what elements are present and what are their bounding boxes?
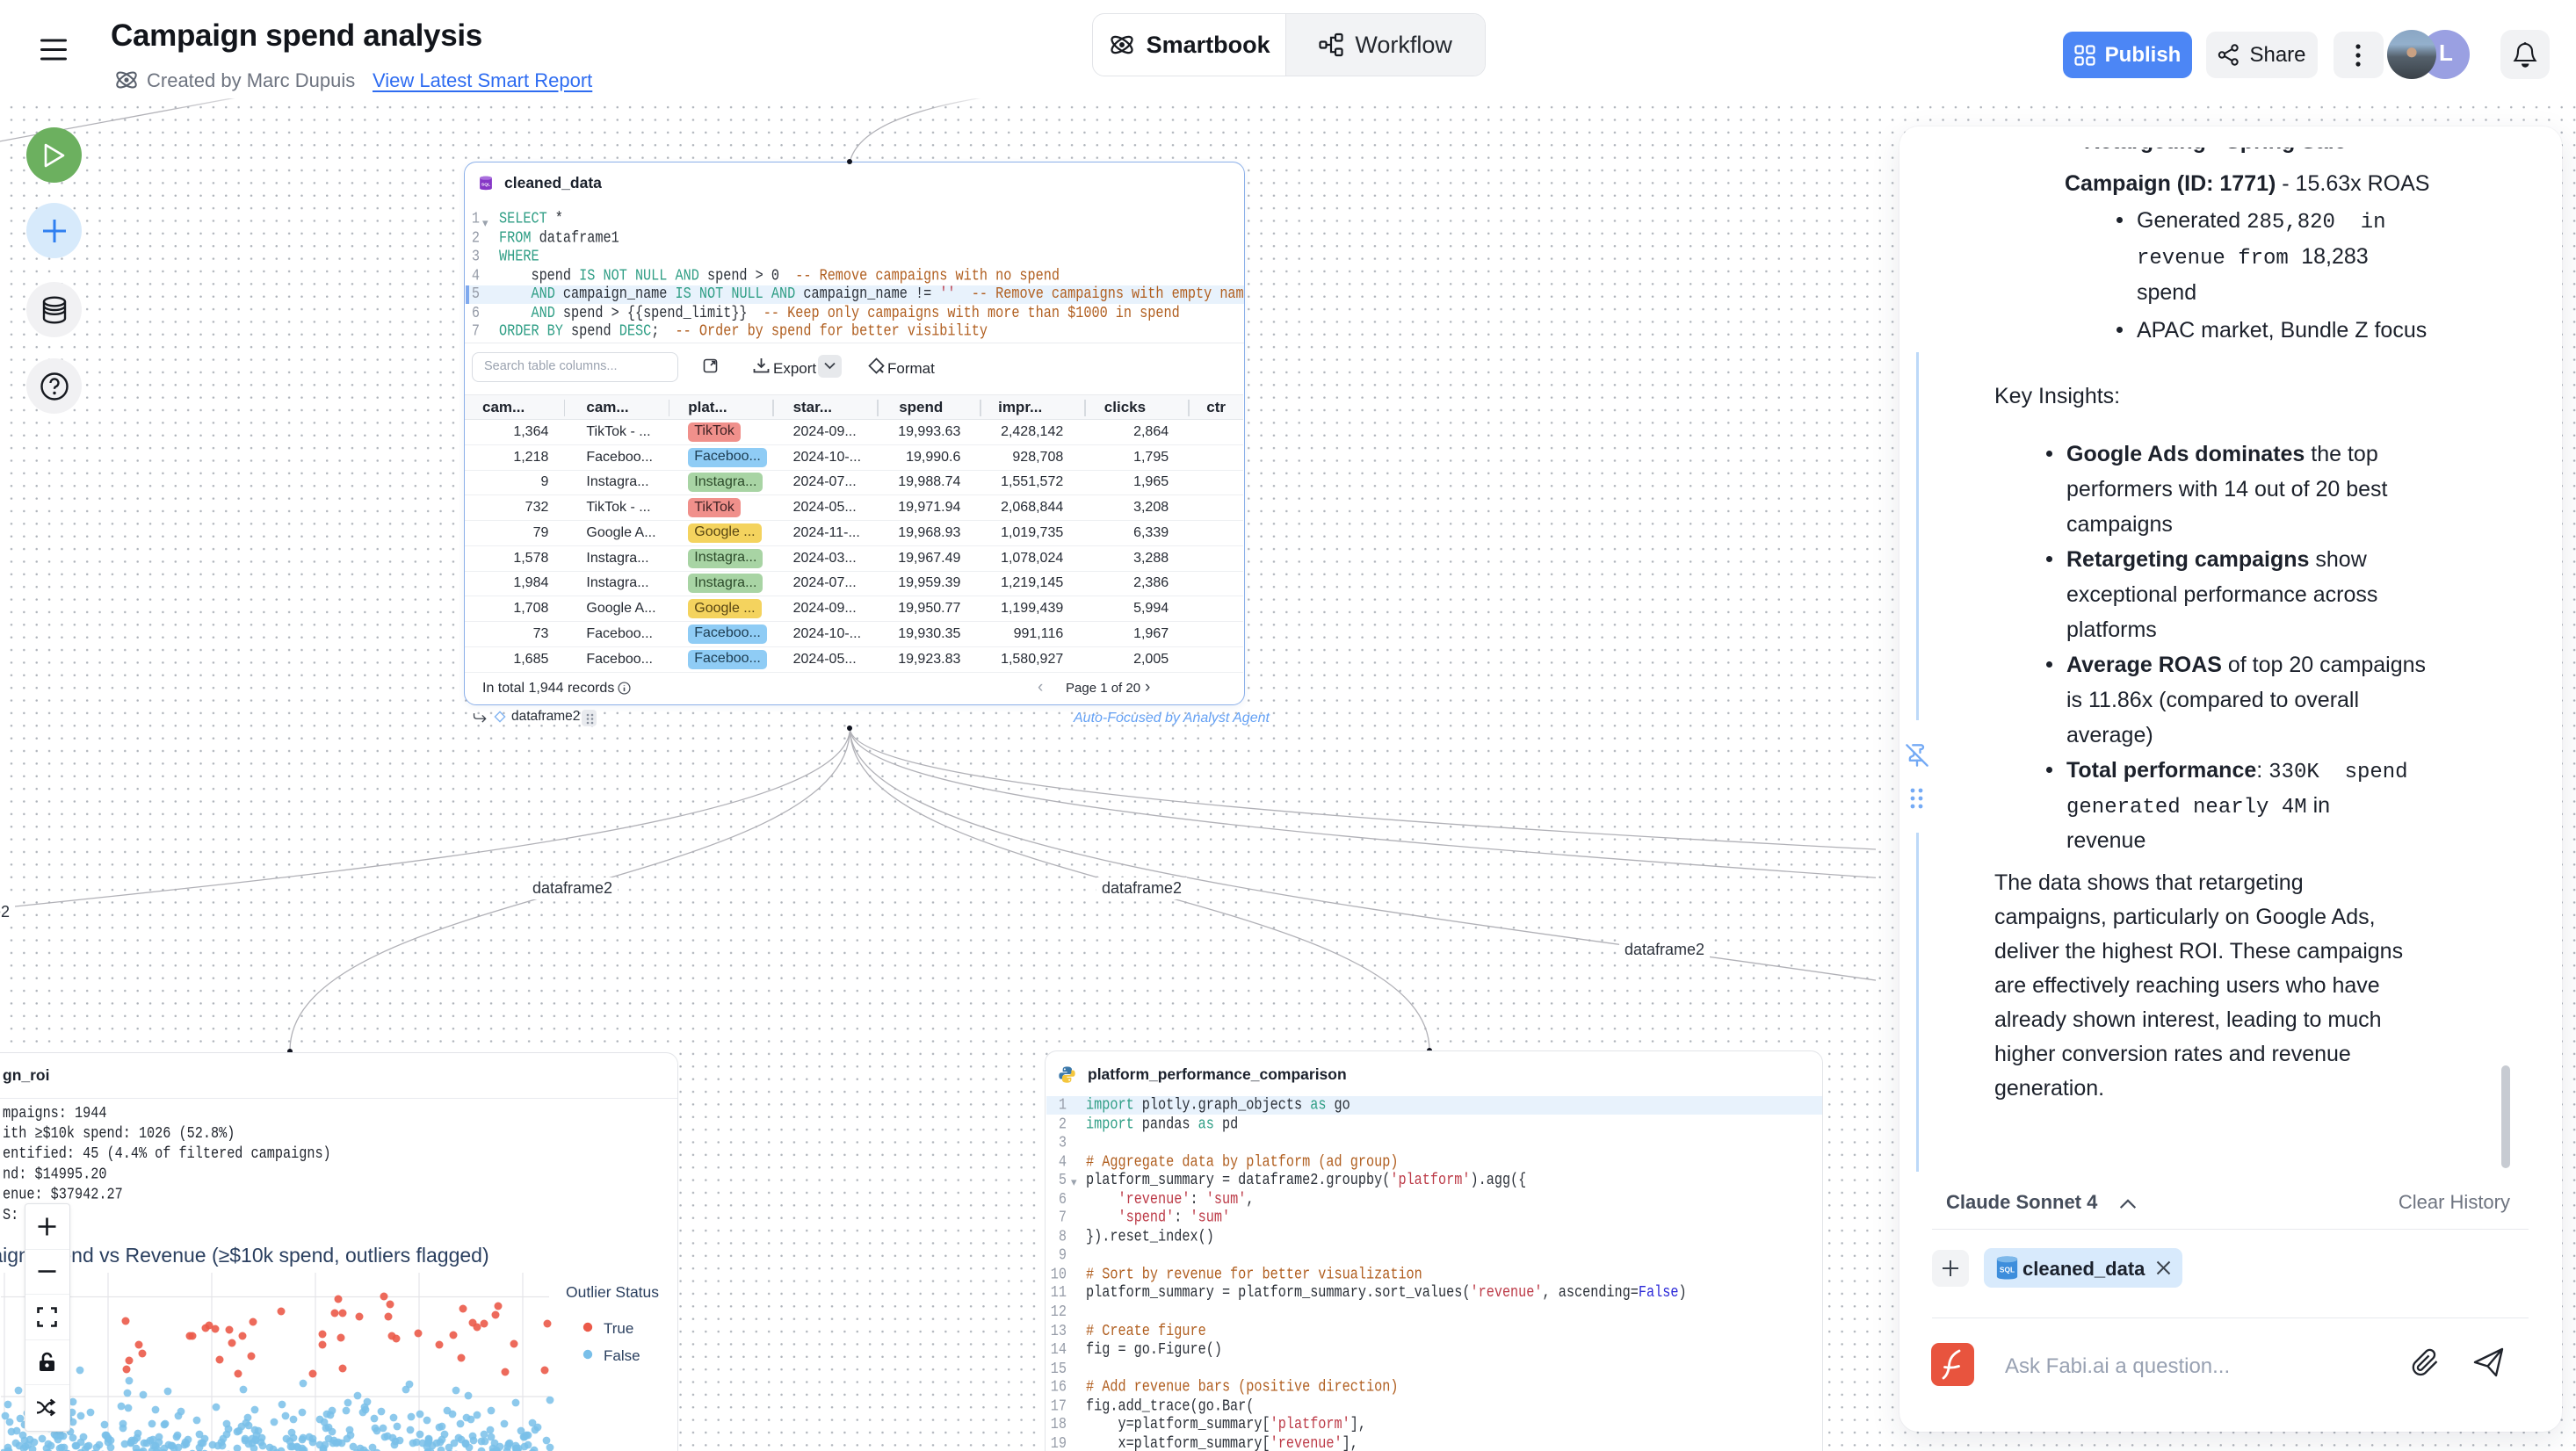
svg-text:SQL: SQL (2000, 1266, 2015, 1274)
svg-text:False: False (604, 1347, 640, 1364)
svg-text:SQL: SQL (481, 183, 490, 188)
svg-text:Outlier Status: Outlier Status (566, 1283, 659, 1301)
svg-text:True: True (604, 1320, 633, 1337)
